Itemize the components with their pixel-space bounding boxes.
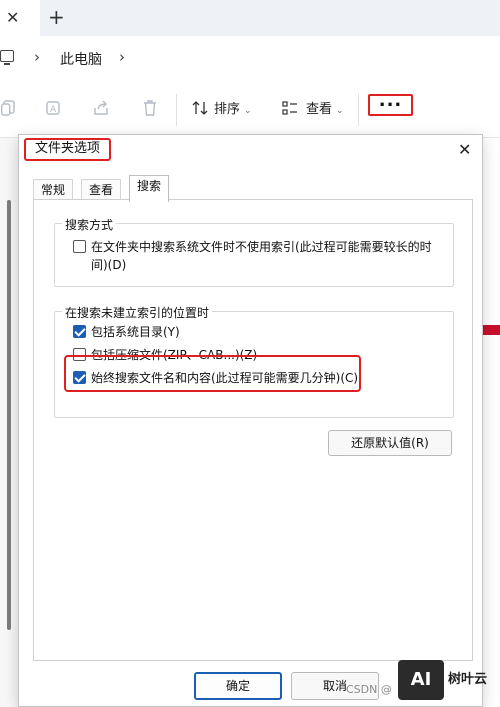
- group-legend: 搜索方式: [62, 216, 117, 233]
- csdn-watermark: CSDN @: [346, 683, 392, 696]
- breadcrumb-chevron-icon[interactable]: ›: [34, 48, 40, 66]
- view-button[interactable]: 查看 ⌄: [282, 100, 344, 120]
- sort-button[interactable]: 排序 ⌄: [192, 100, 252, 120]
- search-method-group: 搜索方式 在文件夹中搜索系统文件时不使用索引(此过程可能需要较长的时 间)(D): [54, 216, 454, 287]
- checkbox-no-index-option[interactable]: 在文件夹中搜索系统文件时不使用索引(此过程可能需要较长的时 间)(D): [73, 238, 443, 274]
- new-tab-icon[interactable]: +: [48, 6, 65, 28]
- svg-text:A: A: [50, 105, 57, 115]
- toolbar-divider: [358, 94, 359, 126]
- view-label: 查看: [306, 102, 333, 117]
- sort-label: 排序: [214, 102, 241, 117]
- explorer-right-pane: [483, 138, 500, 707]
- explorer-tab[interactable]: ✕: [0, 0, 40, 36]
- more-options-button[interactable]: ...: [368, 92, 413, 116]
- chevron-down-icon: ⌄: [244, 106, 252, 116]
- checkbox-checked[interactable]: [73, 325, 86, 338]
- restore-defaults-button[interactable]: 还原默认值(R): [328, 430, 452, 456]
- checkbox-label: 包括系统目录(Y): [91, 325, 180, 339]
- delete-icon[interactable]: [142, 100, 158, 118]
- chevron-down-icon: ⌄: [336, 106, 344, 116]
- folder-options-dialog: 文件夹选项 ✕ 常规 查看 搜索 搜索方式 在文件夹中搜索系统文件时不使用索引(…: [18, 134, 483, 707]
- address-bar: › 此电脑 ›: [0, 36, 500, 82]
- sort-icon: [192, 101, 208, 115]
- breadcrumb-chevron-icon[interactable]: ›: [119, 48, 125, 66]
- navigation-scrollbar[interactable]: [7, 200, 11, 630]
- close-tab-icon[interactable]: ✕: [6, 8, 19, 27]
- explorer-tab-bar: ✕ +: [0, 0, 500, 36]
- tab-general[interactable]: 常规: [33, 179, 74, 201]
- dialog-title: 文件夹选项: [24, 138, 112, 161]
- computer-icon[interactable]: [0, 50, 14, 65]
- dialog-tabs: 常规 查看 搜索: [33, 175, 473, 202]
- tab-search[interactable]: 搜索: [129, 175, 170, 202]
- view-icon: [282, 101, 297, 115]
- brand-logo: AI: [398, 660, 444, 700]
- copy-icon[interactable]: [0, 100, 16, 118]
- checkbox[interactable]: [73, 240, 86, 253]
- highlight-annotation: [64, 355, 361, 392]
- command-bar: A 排序 ⌄ 查看 ⌄ ...: [0, 82, 500, 138]
- toolbar-divider: [176, 94, 177, 126]
- brand-name: 树叶云: [448, 672, 488, 687]
- rename-icon[interactable]: A: [46, 100, 62, 118]
- storage-usage-bar: [483, 325, 500, 335]
- share-icon[interactable]: [93, 100, 109, 118]
- breadcrumb-this-pc[interactable]: 此电脑: [60, 49, 102, 69]
- ok-button[interactable]: 确定: [194, 672, 282, 700]
- close-icon[interactable]: ✕: [458, 140, 471, 159]
- checkbox-label-line2: 间)(D): [91, 258, 127, 272]
- checkbox-label: 在文件夹中搜索系统文件时不使用索引(此过程可能需要较长的时: [91, 240, 432, 254]
- tab-view[interactable]: 查看: [81, 179, 122, 201]
- group-legend: 在搜索未建立索引的位置时: [62, 304, 213, 321]
